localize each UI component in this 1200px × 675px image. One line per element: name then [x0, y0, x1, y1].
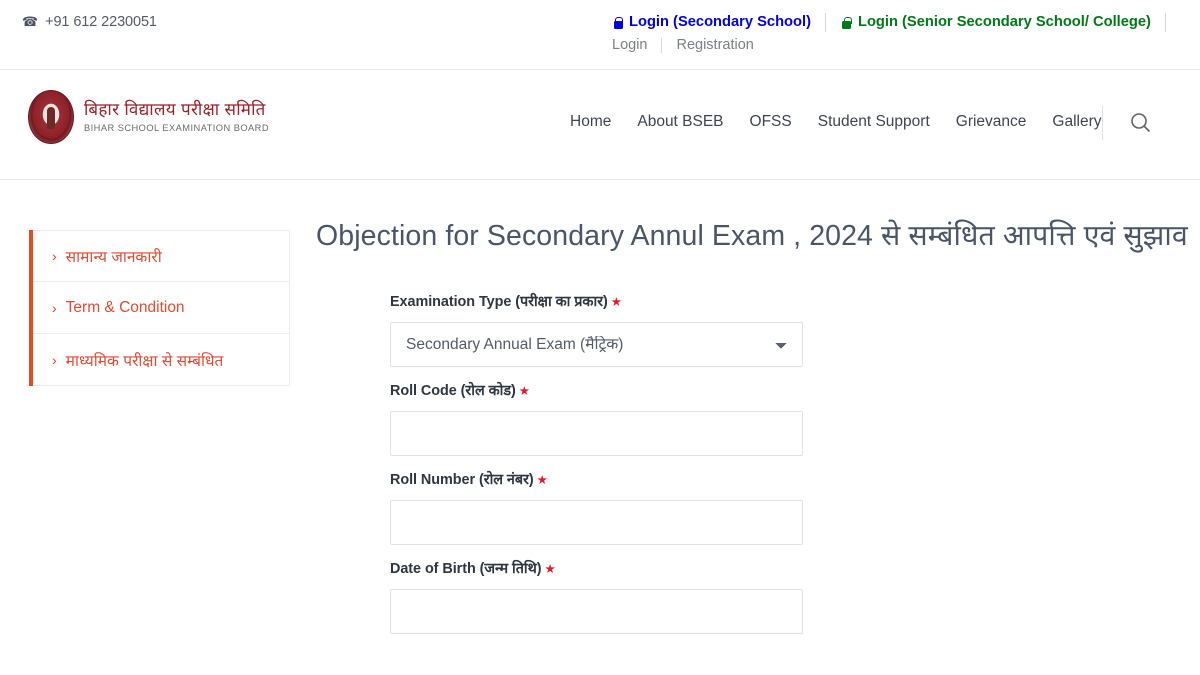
- date-of-birth-label: Date of Birth (जन्म तिथि) ★: [390, 561, 556, 577]
- field-roll-number: Roll Number (रोल नंबर) ★: [390, 470, 803, 545]
- required-marker: ★: [536, 473, 548, 487]
- examination-type-select[interactable]: Secondary Annual Exam (मैट्रिक): [390, 322, 803, 367]
- nav-item-about-bseb[interactable]: About BSEB: [637, 113, 723, 131]
- page-title: Objection for Secondary Annul Exam , 202…: [316, 220, 1188, 252]
- top-utility-bar: ☎ +91 612 2230051 Login (Secondary Schoo…: [0, 0, 1200, 70]
- search-icon[interactable]: [1128, 110, 1154, 136]
- sidebar-item-secondary-exam-related[interactable]: › माध्यमिक परीक्षा से सम्बंधित: [33, 334, 290, 386]
- brand-title-hindi: बिहार विद्यालय परीक्षा समिति: [84, 99, 266, 119]
- nav-item-ofss[interactable]: OFSS: [750, 113, 792, 131]
- chevron-right-icon: ›: [52, 351, 57, 368]
- login-links-group: Login (Secondary School) Login (Senior S…: [612, 13, 1166, 32]
- objection-form: Examination Type (परीक्षा का प्रकार) ★ Se…: [390, 292, 803, 648]
- phone-contact: ☎ +91 612 2230051: [22, 14, 157, 30]
- site-logo-link[interactable]: बिहार विद्यालय परीक्षा समिति BIHAR SCHOO…: [28, 90, 269, 144]
- sidebar-item-general-info[interactable]: › सामान्य जानकारी: [33, 230, 290, 282]
- date-of-birth-input[interactable]: [390, 589, 803, 634]
- main-navigation: Home About BSEB OFSS Student Support Gri…: [570, 113, 1102, 131]
- nav-item-grievance[interactable]: Grievance: [956, 113, 1027, 131]
- login-sublink[interactable]: Login: [612, 37, 647, 53]
- login-senior-secondary-link[interactable]: Login (Senior Secondary School/ College): [826, 13, 1166, 32]
- chevron-right-icon: ›: [52, 299, 57, 316]
- examination-type-label: Examination Type (परीक्षा का प्रकार) ★: [390, 294, 622, 310]
- brand-text: बिहार विद्यालय परीक्षा समिति BIHAR SCHOO…: [84, 101, 269, 133]
- roll-code-label: Roll Code (रोल कोड) ★: [390, 383, 530, 399]
- login-secondary-school-label: Login (Secondary School): [629, 14, 811, 30]
- sidebar-item-label: माध्यमिक परीक्षा से सम्बंधित: [65, 352, 224, 370]
- roll-number-input[interactable]: [390, 500, 803, 545]
- nav-item-student-support[interactable]: Student Support: [818, 113, 930, 131]
- nav-divider: [1102, 106, 1103, 140]
- lock-icon: [841, 16, 852, 29]
- nav-item-home[interactable]: Home: [570, 113, 611, 131]
- required-marker: ★: [544, 562, 556, 576]
- lock-icon: [612, 16, 623, 29]
- sidebar-item-label: सामान्य जानकारी: [65, 249, 162, 266]
- brand-title-english: BIHAR SCHOOL EXAMINATION BOARD: [84, 122, 270, 133]
- site-header: बिहार विद्यालय परीक्षा समिति BIHAR SCHOO…: [0, 70, 1200, 180]
- login-secondary-school-link[interactable]: Login (Secondary School): [612, 13, 826, 32]
- field-date-of-birth: Date of Birth (जन्म तिथि) ★: [390, 559, 803, 634]
- roll-number-label: Roll Number (रोल नंबर) ★: [390, 472, 548, 488]
- page-body: Objection for Secondary Annul Exam , 202…: [0, 180, 1200, 674]
- chevron-right-icon: ›: [52, 248, 57, 264]
- field-roll-code: Roll Code (रोल कोड) ★: [390, 381, 803, 456]
- field-examination-type: Examination Type (परीक्षा का प्रकार) ★ Se…: [390, 292, 803, 367]
- nav-item-gallery[interactable]: Gallery: [1052, 113, 1101, 131]
- bseb-seal-logo-icon: [28, 90, 74, 144]
- sidebar-menu: › सामान्य जानकारी › Term & Condition › म…: [29, 230, 290, 386]
- roll-code-input[interactable]: [390, 411, 803, 456]
- registration-sublink[interactable]: Registration: [676, 37, 753, 53]
- sidebar-item-term-and-condition[interactable]: › Term & Condition: [33, 282, 290, 334]
- phone-icon: ☎: [22, 14, 39, 29]
- phone-number: +91 612 2230051: [45, 14, 157, 30]
- required-marker: ★: [610, 295, 622, 309]
- login-senior-secondary-label: Login (Senior Secondary School/ College): [857, 14, 1151, 30]
- sublink-divider: [661, 37, 663, 53]
- sublinks-group: Login Registration: [612, 37, 754, 53]
- required-marker: ★: [518, 384, 530, 398]
- sidebar-item-label: Term & Condition: [65, 298, 185, 316]
